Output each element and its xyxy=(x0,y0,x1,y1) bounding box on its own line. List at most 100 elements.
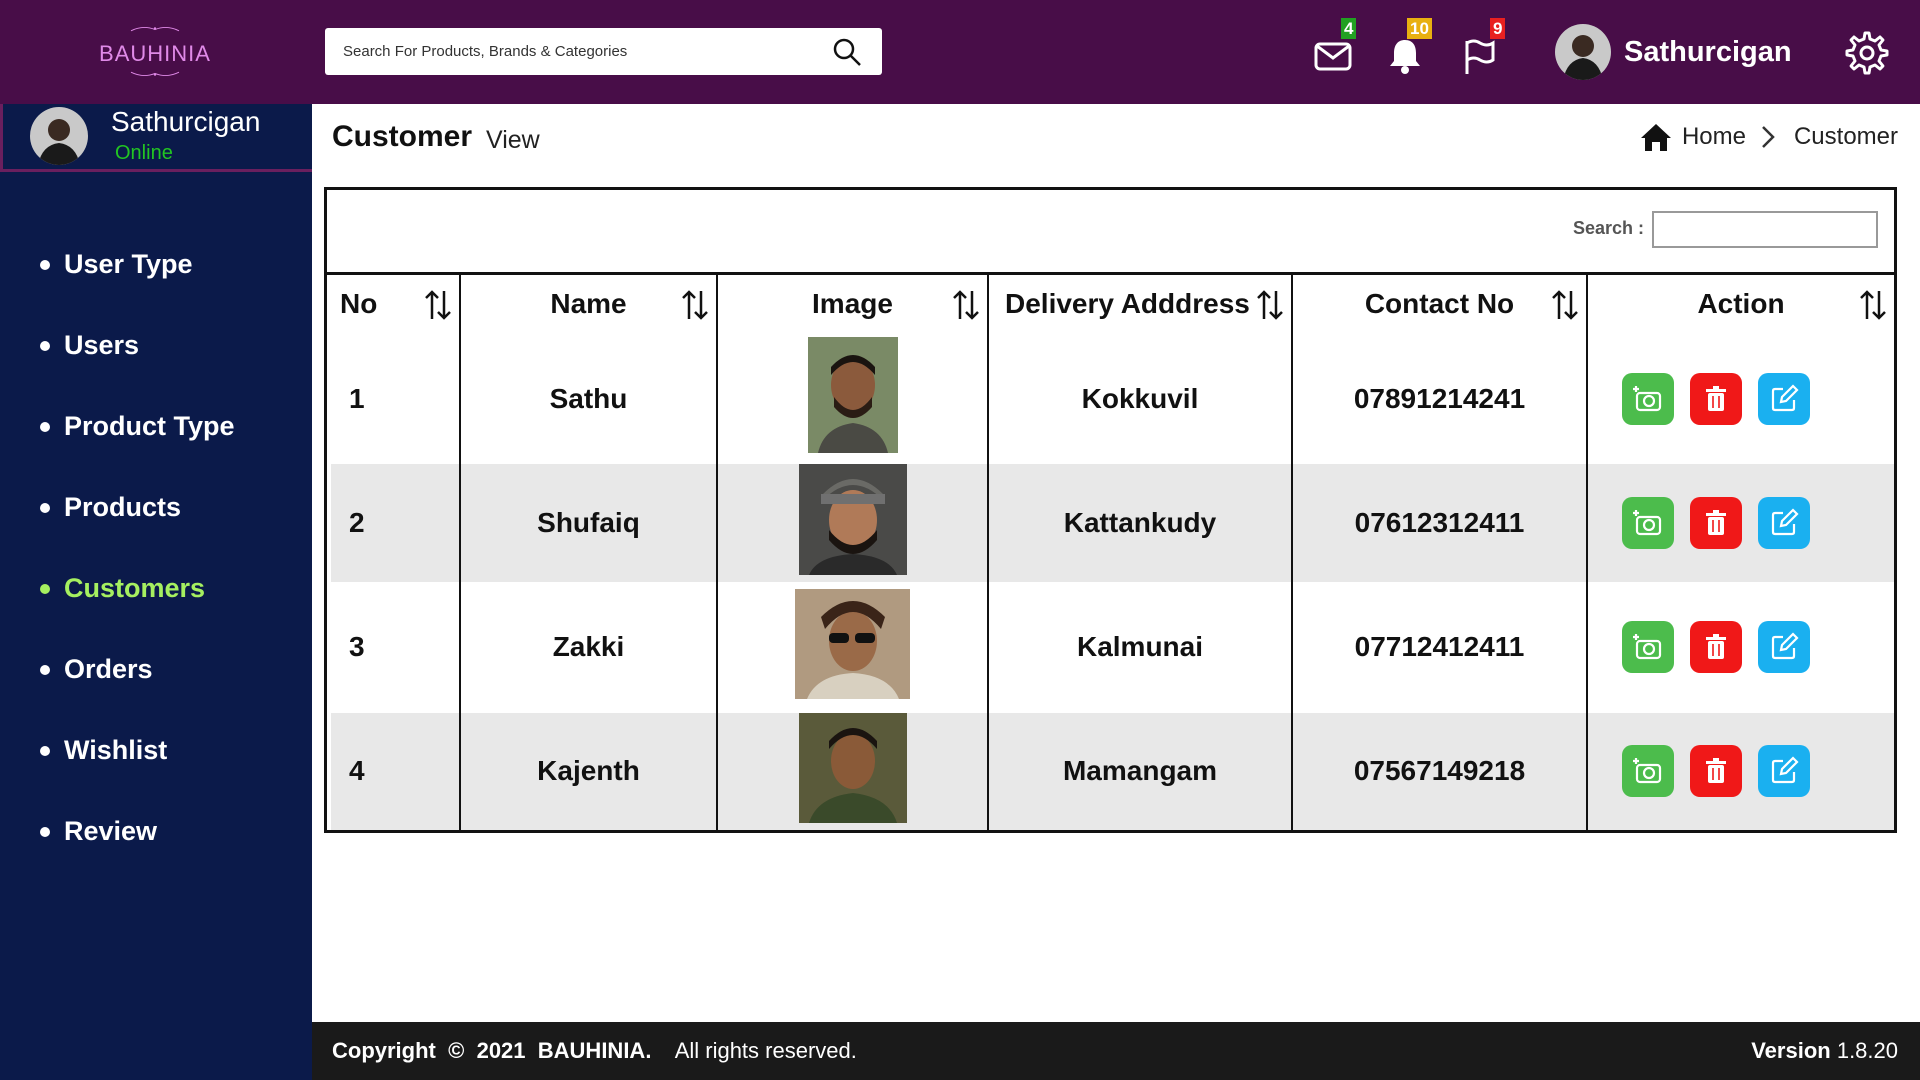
bullet-icon xyxy=(40,745,50,756)
add-photo-button[interactable] xyxy=(1622,621,1674,673)
version-label: Version xyxy=(1751,1038,1831,1063)
flag-badge: 9 xyxy=(1490,18,1506,39)
sidebar-item-label: Orders xyxy=(64,654,153,684)
flag-button[interactable]: 9 xyxy=(1460,18,1506,76)
add-photo-button[interactable] xyxy=(1622,496,1674,549)
cell-actions xyxy=(1587,582,1894,713)
bell-badge: 10 xyxy=(1407,18,1432,39)
footer-copyright: Copyright © 2021 BAUHINIA. All rights re… xyxy=(332,1038,857,1064)
sort-icon[interactable] xyxy=(951,289,981,321)
cell-no: 3 xyxy=(327,581,461,713)
customer-photo-image xyxy=(807,337,898,453)
gear-icon[interactable] xyxy=(1839,27,1891,79)
table-search-label: Search : xyxy=(1573,218,1645,238)
sort-icon[interactable] xyxy=(1858,289,1888,321)
table-row: 1 Sathu Kokkuvil 07891214241 xyxy=(327,333,1894,464)
column-header-name[interactable]: Name xyxy=(460,272,718,334)
edit-button[interactable] xyxy=(1758,372,1810,425)
sidebar-item-label: Customers xyxy=(64,573,206,603)
copyright-label: Copyright xyxy=(332,1038,436,1063)
table-header-row: No Name Image Delivery Adddress Contact … xyxy=(327,272,1894,334)
page-title: Customer xyxy=(332,120,473,153)
sidebar-item-wishlist[interactable]: Wishlist xyxy=(0,710,312,791)
cell-no: 2 xyxy=(327,463,461,582)
mail-button[interactable]: 4 xyxy=(1313,18,1357,76)
copyright-year: 2021 xyxy=(476,1038,526,1063)
delete-button[interactable] xyxy=(1690,745,1742,797)
copyright-symbol: © xyxy=(448,1038,465,1063)
search-input[interactable] xyxy=(343,38,813,64)
trash-icon xyxy=(1706,634,1726,659)
breadcrumb-current: Customer xyxy=(1793,123,1898,150)
bullet-icon xyxy=(40,340,50,351)
edit-icon xyxy=(1771,507,1799,535)
bullet-icon xyxy=(40,259,50,270)
sidebar-item-user-type[interactable]: User Type xyxy=(0,224,312,305)
breadcrumb-home[interactable]: Home xyxy=(1682,123,1746,151)
sidebar-item-products[interactable]: Products xyxy=(0,467,312,548)
sidebar-item-users[interactable]: Users xyxy=(0,305,312,386)
column-header-address[interactable]: Delivery Adddress xyxy=(988,272,1293,334)
row-actions xyxy=(1588,372,1894,425)
sort-icon[interactable] xyxy=(1255,289,1285,321)
add-photo-icon xyxy=(1633,634,1662,660)
cell-actions xyxy=(1587,334,1894,464)
cell-image xyxy=(717,333,989,464)
page-subtitle: View xyxy=(486,126,540,154)
cell-name: Shufaiq xyxy=(460,463,718,582)
add-photo-button[interactable] xyxy=(1622,372,1674,425)
cell-image xyxy=(717,712,989,830)
row-actions xyxy=(1588,496,1894,549)
sidebar-item-customers[interactable]: Customers xyxy=(0,548,312,629)
avatar-image xyxy=(30,107,88,165)
delete-button[interactable] xyxy=(1690,496,1742,549)
sidebar-item-orders[interactable]: Orders xyxy=(0,629,312,710)
cell-contact: 07612312411 xyxy=(1292,463,1588,582)
brand-name: BAUHINIA xyxy=(99,41,211,66)
breadcrumb: Home Customer xyxy=(1640,122,1898,152)
delete-button[interactable] xyxy=(1690,621,1742,673)
cell-address: Kalmunai xyxy=(988,581,1293,713)
sidebar-user-panel: Sathurcigan Online xyxy=(0,104,312,172)
mail-icon xyxy=(1314,42,1352,71)
bell-icon xyxy=(1390,40,1420,74)
brand-logo[interactable]: BAUHINIA xyxy=(90,22,220,78)
avatar[interactable] xyxy=(30,107,88,165)
avatar[interactable] xyxy=(1555,24,1611,80)
column-header-no[interactable]: No xyxy=(327,272,461,334)
column-header-contact[interactable]: Contact No xyxy=(1292,272,1588,334)
sort-icon[interactable] xyxy=(423,289,453,321)
edit-button[interactable] xyxy=(1758,496,1810,549)
sort-icon[interactable] xyxy=(680,289,710,321)
add-photo-button[interactable] xyxy=(1622,745,1674,797)
delete-button[interactable] xyxy=(1690,372,1742,425)
customer-photo xyxy=(798,712,907,830)
cell-name: Sathu xyxy=(460,333,718,464)
sidebar-item-product-type[interactable]: Product Type xyxy=(0,386,312,467)
cell-no: 4 xyxy=(327,712,461,830)
notifications-button[interactable]: 10 xyxy=(1385,18,1432,76)
top-username[interactable]: Sathurcigan xyxy=(1624,36,1792,69)
edit-button[interactable] xyxy=(1758,745,1810,797)
bullet-icon xyxy=(40,502,50,513)
table-search-input[interactable] xyxy=(1652,211,1878,248)
customer-photo-image xyxy=(798,463,907,575)
column-header-image[interactable]: Image xyxy=(717,272,989,334)
edit-button[interactable] xyxy=(1758,621,1810,673)
copyright-brand[interactable]: BAUHINIA. xyxy=(538,1038,652,1063)
search-icon[interactable] xyxy=(832,37,862,67)
footer-version: Version 1.8.20 xyxy=(1751,1038,1898,1064)
home-icon[interactable] xyxy=(1640,122,1672,152)
cell-contact: 07891214241 xyxy=(1292,333,1588,464)
sidebar: Sathurcigan Online User Type Users Produ… xyxy=(0,104,312,1080)
mail-badge: 4 xyxy=(1341,18,1357,39)
sidebar-item-review[interactable]: Review xyxy=(0,791,312,872)
column-header-action[interactable]: Action xyxy=(1587,272,1894,334)
version-value: 1.8.20 xyxy=(1836,1038,1898,1063)
logo-ornament-icon xyxy=(130,27,180,32)
cell-contact: 07567149218 xyxy=(1292,712,1588,830)
cell-address: Mamangam xyxy=(988,712,1293,830)
bullet-icon xyxy=(40,826,50,837)
table-row: 3 Zakki Kalmunai 07712412411 xyxy=(327,581,1894,713)
sort-icon[interactable] xyxy=(1550,289,1580,321)
